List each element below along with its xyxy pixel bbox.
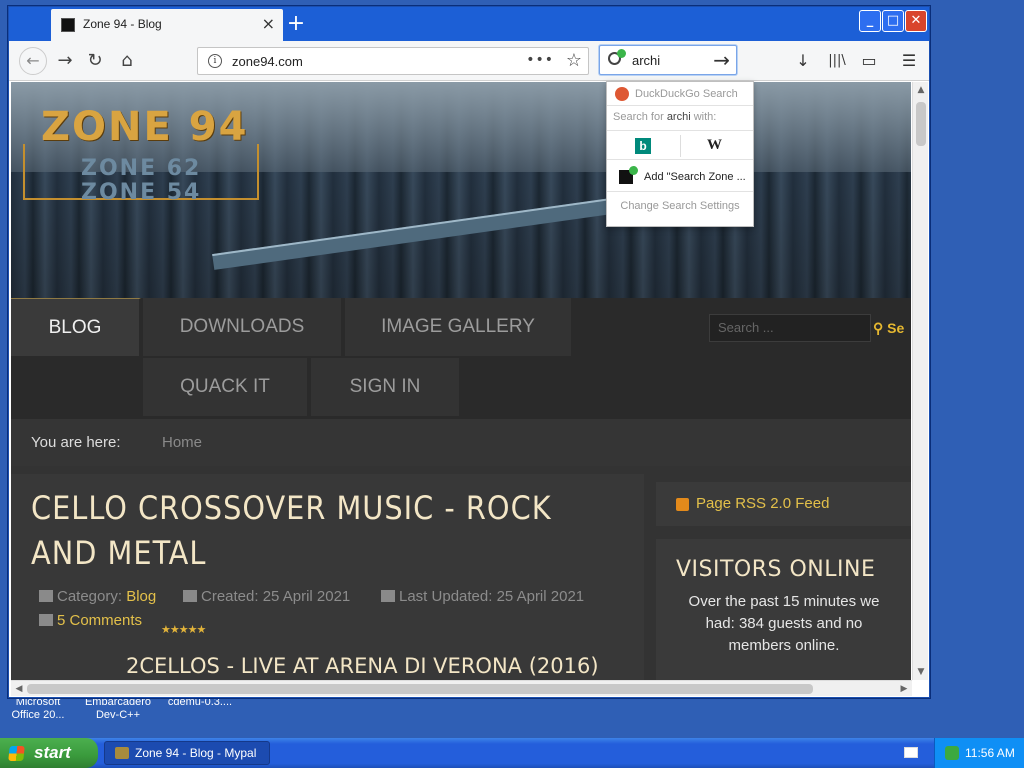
site-info-icon[interactable]: i <box>208 54 222 68</box>
browser-window: Zone 94 - Blog × + _ □ ✕ ← → ↻ ⌂ i zone9… <box>8 6 930 698</box>
current-engine-label: DuckDuckGo Search <box>635 88 738 100</box>
desktop-icon-office[interactable]: Microsoft Office 20... <box>8 696 68 722</box>
scroll-right-icon[interactable]: ▶ <box>896 681 912 697</box>
wikipedia-icon[interactable]: W <box>707 137 722 154</box>
rss-feed-link[interactable]: Page RSS 2.0 Feed <box>696 495 829 512</box>
menu-icon[interactable]: ☰ <box>897 49 921 73</box>
comment-icon <box>39 614 53 626</box>
article-category: Category: Blog <box>39 588 156 605</box>
article-comments: 5 Comments <box>39 612 142 629</box>
url-bar[interactable]: i zone94.com ••• ☆ <box>197 47 589 75</box>
title-bar: Zone 94 - Blog × + _ □ ✕ <box>9 7 929 41</box>
vertical-scrollbar[interactable]: ▲ ▼ <box>912 82 928 680</box>
site-banner: ZONE 94 ZONE 62 ZONE 54 <box>11 82 911 298</box>
horizontal-scrollbar[interactable]: ◀ ▶ <box>11 680 912 696</box>
site-favicon-icon <box>61 18 75 32</box>
comments-link[interactable]: 5 Comments <box>57 612 142 629</box>
search-bar[interactable]: archi → <box>599 45 737 75</box>
category-link[interactable]: Blog <box>126 588 156 605</box>
keyboard-icon[interactable] <box>904 747 918 758</box>
site-search-input[interactable]: Search ... <box>709 314 871 342</box>
rss-icon <box>676 498 689 511</box>
site-logo[interactable]: ZONE 94 <box>41 104 248 150</box>
current-engine-row[interactable]: DuckDuckGo Search <box>607 82 753 106</box>
add-badge-icon <box>629 166 638 175</box>
scroll-left-icon[interactable]: ◀ <box>11 681 27 697</box>
rss-module: Page RSS 2.0 Feed <box>656 482 911 526</box>
tab-close-icon[interactable]: × <box>262 14 275 34</box>
breadcrumb-label: You are here: <box>31 434 121 451</box>
menu-item-image-gallery[interactable]: IMAGE GALLERY <box>345 298 573 356</box>
search-icon: ⚲ <box>873 320 884 336</box>
site-search-button[interactable]: ⚲ Se <box>873 314 911 342</box>
visitors-module: VISITORS ONLINE Over the past 15 minutes… <box>656 539 911 680</box>
search-suggestions-dropdown: DuckDuckGo Search Search for archi with:… <box>606 81 754 227</box>
back-button[interactable]: ← <box>19 47 47 75</box>
change-search-settings-link[interactable]: Change Search Settings <box>607 200 753 212</box>
desktop-icon-devcpp[interactable]: Embarcadero Dev-C++ <box>78 696 158 722</box>
scroll-down-icon[interactable]: ▼ <box>913 664 929 680</box>
add-search-engine-label: Add "Search Zone ... <box>644 171 746 183</box>
calendar-icon <box>183 590 197 602</box>
new-tab-button[interactable]: + <box>283 11 309 37</box>
tab-zone94-blog[interactable]: Zone 94 - Blog × <box>51 9 283 41</box>
main-menu: BLOG DOWNLOADS IMAGE GALLERY QUACK IT SI… <box>11 298 911 418</box>
tray-app-icon[interactable] <box>945 746 959 760</box>
logo-sub-1: ZONE 62 <box>81 156 202 181</box>
mypal-icon <box>115 747 129 759</box>
engine-separator <box>680 135 681 157</box>
library-icon[interactable]: |||\ <box>825 49 849 73</box>
article-created: Created: 25 April 2021 <box>183 588 350 605</box>
bing-icon[interactable]: b <box>635 138 651 154</box>
visitors-text: Over the past 15 minutes we had: 384 gue… <box>688 593 880 654</box>
start-button[interactable]: start <box>0 738 98 768</box>
article-title: CELLO CROSSOVER MUSIC - ROCK AND METAL <box>31 489 552 572</box>
horizontal-scroll-thumb[interactable] <box>27 684 813 694</box>
vertical-scroll-thumb[interactable] <box>916 102 926 146</box>
minimize-button[interactable]: _ <box>859 10 881 32</box>
taskbar: start Zone 94 - Blog - Mypal 11:56 AM <box>0 738 1024 768</box>
menu-item-blog[interactable]: BLOG <box>11 298 141 356</box>
tab-title: Zone 94 - Blog <box>83 17 162 31</box>
system-tray: 11:56 AM <box>934 738 1024 768</box>
sidebar-icon[interactable]: ▭ <box>857 49 881 73</box>
search-for-label: Search for archi with: <box>613 111 717 123</box>
menu-item-quack-it[interactable]: QUACK IT <box>143 358 309 416</box>
logo-sub-2: ZONE 54 <box>81 180 202 205</box>
url-text[interactable]: zone94.com <box>232 54 303 69</box>
folder-icon <box>39 590 53 602</box>
maximize-button[interactable]: □ <box>882 10 904 32</box>
navigation-toolbar: ← → ↻ ⌂ i zone94.com ••• ☆ archi → ↓ |||… <box>9 41 929 81</box>
breadcrumb-home: Home <box>162 434 203 451</box>
clock: 11:56 AM <box>965 746 1015 760</box>
close-button[interactable]: ✕ <box>905 10 927 32</box>
banner-train <box>212 190 670 270</box>
duckduckgo-icon <box>615 87 629 101</box>
calendar-icon <box>381 590 395 602</box>
search-go-icon[interactable]: → <box>713 48 730 72</box>
menu-item-sign-in[interactable]: SIGN IN <box>311 358 461 416</box>
windows-logo-icon <box>8 746 25 761</box>
rating-stars[interactable]: ★★★★★ <box>161 623 206 636</box>
reload-button[interactable]: ↻ <box>83 49 107 73</box>
downloads-icon[interactable]: ↓ <box>791 49 815 73</box>
menu-item-downloads[interactable]: DOWNLOADS <box>143 298 343 356</box>
breadcrumb: You are here: Home <box>11 418 911 466</box>
page-actions-icon[interactable]: ••• <box>526 52 554 68</box>
bookmark-star-icon[interactable]: ☆ <box>566 50 582 71</box>
forward-button[interactable]: → <box>53 49 77 73</box>
article: CELLO CROSSOVER MUSIC - ROCK AND METAL C… <box>11 474 644 680</box>
add-engine-badge-icon <box>617 49 626 58</box>
taskbar-item-browser[interactable]: Zone 94 - Blog - Mypal <box>104 741 270 765</box>
one-off-engines: b W <box>607 130 753 160</box>
add-search-engine-item[interactable]: Add "Search Zone ... <box>607 162 753 192</box>
page-content: ZONE 94 ZONE 62 ZONE 54 BLOG DOWNLOADS I… <box>11 82 911 680</box>
home-button[interactable]: ⌂ <box>115 49 139 73</box>
search-input[interactable]: archi <box>632 53 660 68</box>
article-subheading: 2CELLOS - LIVE AT ARENA DI VERONA (2016) <box>126 654 599 678</box>
scroll-up-icon[interactable]: ▲ <box>913 82 929 98</box>
visitors-title: VISITORS ONLINE <box>676 557 876 582</box>
article-updated: Last Updated: 25 April 2021 <box>381 588 584 605</box>
